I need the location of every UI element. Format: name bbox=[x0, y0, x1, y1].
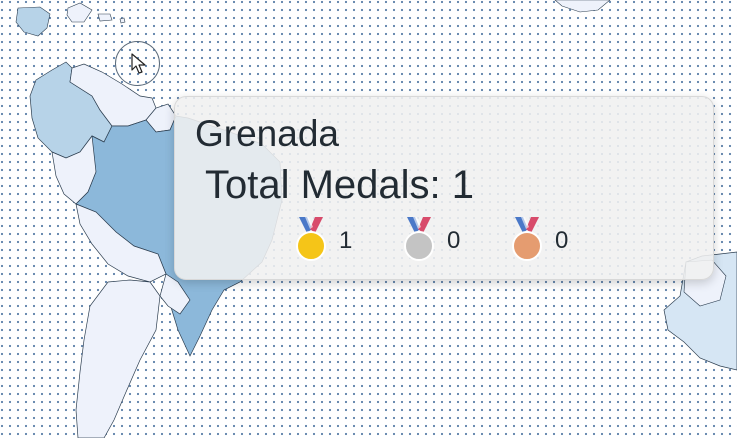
gold-medal-group: 1 bbox=[295, 211, 352, 261]
tooltip-total-label: Total Medals: bbox=[205, 163, 441, 207]
bronze-medal-group: 0 bbox=[511, 211, 568, 261]
gold-medal-icon bbox=[296, 217, 326, 261]
tooltip-total-value: 1 bbox=[451, 163, 475, 207]
bronze-medal-count: 0 bbox=[555, 227, 569, 254]
gold-medal-count: 1 bbox=[339, 227, 353, 254]
arrow-pointer-icon bbox=[131, 53, 146, 74]
country-caribbean-islet[interactable] bbox=[119, 17, 126, 24]
tooltip-total-medals: Total Medals: 1 bbox=[205, 165, 474, 205]
tooltip-country-name: Grenada bbox=[195, 113, 339, 154]
silver-medal-count: 0 bbox=[447, 227, 461, 254]
bronze-medal-icon bbox=[512, 217, 542, 261]
country-tooltip: Grenada Total Medals: 1 1 0 0 bbox=[174, 96, 714, 280]
silver-medal-icon bbox=[404, 217, 434, 261]
country-puerto-rico[interactable] bbox=[97, 13, 113, 22]
silver-medal-group: 0 bbox=[403, 211, 460, 261]
